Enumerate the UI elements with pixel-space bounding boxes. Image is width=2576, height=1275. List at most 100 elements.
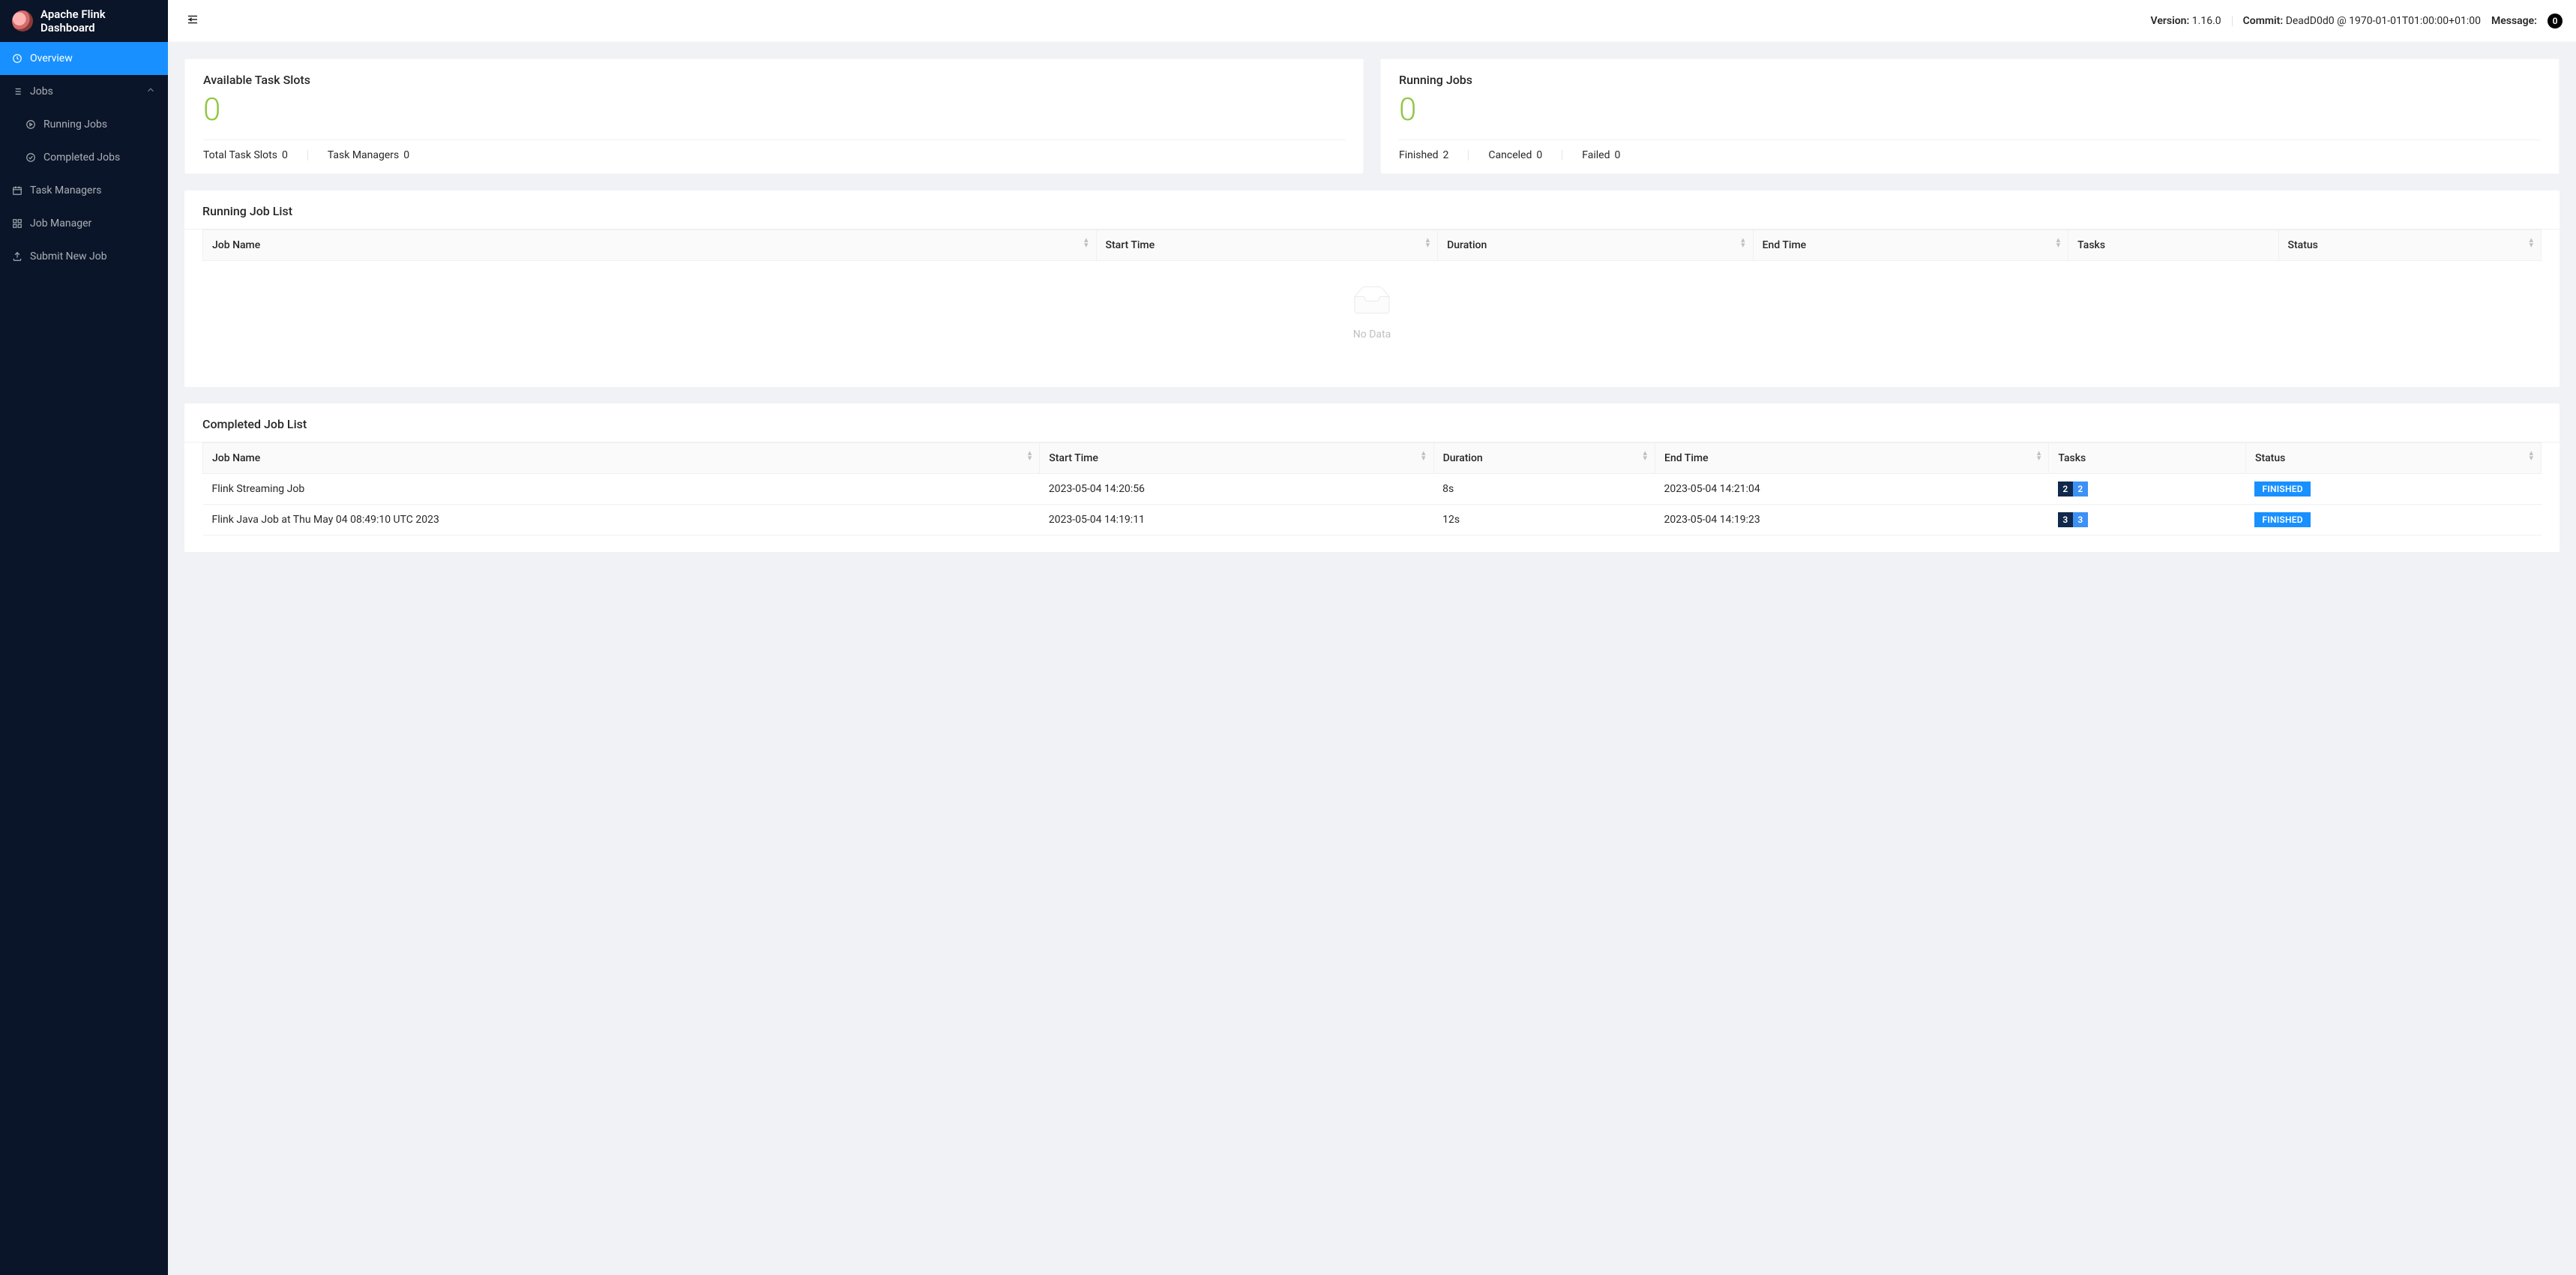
- stat-sub-value: 0: [1614, 149, 1620, 161]
- sort-icon: ▴▾: [1426, 240, 1430, 250]
- cell-duration: 12s: [1433, 505, 1655, 536]
- stat-sub-label: Canceled: [1488, 149, 1532, 161]
- col-status[interactable]: Status▴▾: [2245, 443, 2541, 474]
- chevron-up-icon: [145, 85, 156, 98]
- col-tasks[interactable]: Tasks: [2049, 443, 2246, 474]
- cell-tasks: 33: [2049, 505, 2246, 536]
- stat-card-slots: Available Task Slots 0 Total Task Slots 0…: [184, 58, 1364, 174]
- list-icon: [12, 86, 22, 97]
- calendar-icon: [12, 185, 22, 196]
- topbar: Version: 1.16.0 Commit: DeadD0d0 @ 1970-…: [168, 0, 2576, 42]
- sort-icon: ▴▾: [2056, 240, 2061, 250]
- empty-state: No Data: [202, 261, 2542, 370]
- sidebar-item-overview[interactable]: Overview: [0, 42, 168, 75]
- col-duration[interactable]: Duration▴▾: [1433, 443, 1655, 474]
- stat-sub-label: Task Managers: [328, 149, 399, 161]
- sort-icon: ▴▾: [1741, 240, 1745, 250]
- cell-tasks: 22: [2049, 474, 2246, 505]
- stat-value: 0: [203, 94, 1345, 126]
- stat-value: 0: [1399, 94, 2541, 126]
- content: Available Task Slots 0 Total Task Slots 0…: [168, 42, 2576, 585]
- commit-value: DeadD0d0 @ 1970-01-01T01:00:00+01:00: [2286, 15, 2481, 27]
- check-circle-icon: [25, 152, 36, 163]
- col-start-time[interactable]: Start Time▴▾: [1040, 443, 1433, 474]
- sidebar-header: Apache Flink Dashboard: [0, 0, 168, 42]
- cell-end: 2023-05-04 14:19:23: [1655, 505, 2049, 536]
- sidebar-item-label: Completed Jobs: [43, 152, 120, 164]
- version-value: 1.16.0: [2192, 15, 2221, 27]
- commit-label: Commit:: [2243, 15, 2284, 27]
- stat-sub-value: 2: [1443, 149, 1449, 161]
- col-end-time[interactable]: End Time▴▾: [1753, 230, 2068, 261]
- stat-card-jobs: Running Jobs 0 Finished 2 Canceled 0 Faile…: [1380, 58, 2560, 174]
- sort-icon: ▴▾: [1028, 453, 1032, 464]
- stat-sub-value: 0: [1536, 149, 1542, 161]
- upload-icon: [12, 251, 22, 262]
- task-badge: 22: [2058, 482, 2088, 496]
- sidebar-item-label: Task Managers: [30, 184, 101, 196]
- col-tasks[interactable]: Tasks: [2068, 230, 2278, 261]
- sidebar-item-running-jobs[interactable]: Running Jobs: [0, 108, 168, 141]
- col-job-name[interactable]: Job Name▴▾: [203, 443, 1040, 474]
- status-badge: FINISHED: [2254, 512, 2310, 527]
- empty-box-icon: [1348, 286, 1396, 318]
- table-row[interactable]: Flink Java Job at Thu May 04 08:49:10 UT…: [203, 505, 2542, 536]
- message-label: Message:: [2491, 15, 2537, 27]
- play-circle-icon: [25, 119, 36, 130]
- sidebar-item-label: Overview: [30, 52, 73, 64]
- sidebar-item-job-manager[interactable]: Job Manager: [0, 207, 168, 240]
- cell-end: 2023-05-04 14:21:04: [1655, 474, 2049, 505]
- cell-duration: 8s: [1433, 474, 1655, 505]
- collapse-icon[interactable]: [186, 13, 199, 29]
- sort-icon: ▴▾: [2529, 453, 2533, 464]
- submenu-jobs: Running Jobs Completed Jobs: [0, 108, 168, 174]
- running-jobs-table: Job Name▴▾ Start Time▴▾ Duration▴▾ End T…: [202, 230, 2542, 261]
- sidebar-item-jobs[interactable]: Jobs: [0, 75, 168, 108]
- cell-status: FINISHED: [2245, 474, 2541, 505]
- stat-sub-label: Total Task Slots: [203, 149, 277, 161]
- cell-start: 2023-05-04 14:19:11: [1040, 505, 1433, 536]
- sort-icon: ▴▾: [1084, 240, 1089, 250]
- flink-logo-icon: [12, 10, 33, 32]
- stat-sub-label: Finished: [1399, 149, 1439, 161]
- sort-icon: ▴▾: [1421, 453, 1426, 464]
- sort-icon: ▴▾: [2037, 453, 2041, 464]
- stat-sub-label: Failed: [1582, 149, 1610, 161]
- sidebar-item-label: Jobs: [30, 86, 53, 98]
- panel-completed-jobs: Completed Job List Job Name▴▾ Start Time…: [184, 404, 2560, 552]
- app-title: Apache Flink Dashboard: [40, 8, 156, 34]
- table-row[interactable]: Flink Streaming Job 2023-05-04 14:20:56 …: [203, 474, 2542, 505]
- sidebar-item-submit-new-job[interactable]: Submit New Job: [0, 240, 168, 273]
- panel-title: Completed Job List: [184, 404, 2560, 442]
- status-badge: FINISHED: [2254, 482, 2310, 496]
- separator: [1468, 150, 1469, 160]
- completed-jobs-table: Job Name▴▾ Start Time▴▾ Duration▴▾ End T…: [202, 442, 2542, 536]
- task-badge: 33: [2058, 512, 2088, 527]
- cell-job-name: Flink Streaming Job: [203, 474, 1040, 505]
- cell-job-name: Flink Java Job at Thu May 04 08:49:10 UT…: [203, 505, 1040, 536]
- col-end-time[interactable]: End Time▴▾: [1655, 443, 2049, 474]
- grid-icon: [12, 218, 22, 229]
- separator: [2232, 16, 2233, 26]
- stat-title: Available Task Slots: [203, 73, 1345, 87]
- sidebar-item-label: Running Jobs: [43, 118, 107, 130]
- col-start-time[interactable]: Start Time▴▾: [1096, 230, 1438, 261]
- message-badge[interactable]: 0: [2548, 14, 2563, 28]
- sidebar-item-completed-jobs[interactable]: Completed Jobs: [0, 141, 168, 174]
- col-status[interactable]: Status▴▾: [2278, 230, 2541, 261]
- stat-title: Running Jobs: [1399, 73, 2541, 87]
- col-duration[interactable]: Duration▴▾: [1438, 230, 1754, 261]
- empty-text: No Data: [202, 328, 2542, 340]
- col-job-name[interactable]: Job Name▴▾: [203, 230, 1097, 261]
- dashboard-icon: [12, 53, 22, 64]
- stat-sub-value: 0: [282, 149, 288, 161]
- panel-running-jobs: Running Job List Job Name▴▾ Start Time▴▾…: [184, 190, 2560, 387]
- sort-icon: ▴▾: [1643, 453, 1648, 464]
- version-label: Version:: [2151, 15, 2190, 27]
- separator: [307, 150, 308, 160]
- cell-start: 2023-05-04 14:20:56: [1040, 474, 1433, 505]
- sort-icon: ▴▾: [2529, 240, 2533, 250]
- panel-title: Running Job List: [184, 190, 2560, 229]
- topbar-info: Version: 1.16.0 Commit: DeadD0d0 @ 1970-…: [2151, 14, 2563, 28]
- sidebar-item-task-managers[interactable]: Task Managers: [0, 174, 168, 207]
